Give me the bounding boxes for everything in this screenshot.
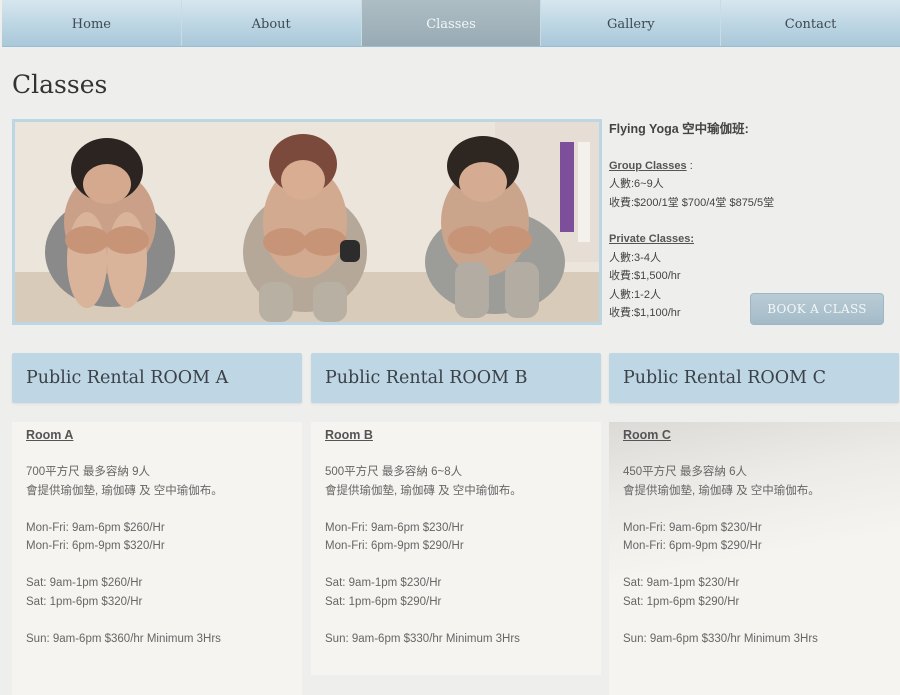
private-line: 收費:$1,500/hr <box>609 270 681 282</box>
nav-contact[interactable]: Contact <box>721 0 900 46</box>
hero-yoga-image <box>12 119 602 325</box>
room-provided: 會提供瑜伽墊, 瑜伽磚 及 空中瑜伽布。 <box>26 484 223 497</box>
rate-weekday-evening: Mon-Fri: 6pm-9pm $290/Hr <box>325 540 464 552</box>
room-b-card: Room B 500平方尺 最多容納 6~8人 會提供瑜伽墊, 瑜伽磚 及 空中… <box>311 422 601 675</box>
rate-sunday: Sun: 9am-6pm $360/hr Minimum 3Hrs <box>26 632 221 645</box>
nav-classes[interactable]: Classes <box>361 0 542 46</box>
room-provided: 會提供瑜伽墊, 瑜伽磚 及 空中瑜伽布。 <box>325 484 522 497</box>
group-classes-line: Group Classes : <box>609 157 889 176</box>
room-a-header: Public Rental ROOM A <box>12 353 302 403</box>
room-b-header: Public Rental ROOM B <box>311 353 601 403</box>
book-a-class-button[interactable]: BOOK A CLASS <box>750 293 884 325</box>
group-classes-link[interactable]: Group Classes <box>609 160 687 172</box>
rate-weekday-day: Mon-Fri: 9am-6pm $260/Hr <box>26 521 165 534</box>
rate-sat-morning: Sat: 9am-1pm $260/Hr <box>26 577 143 589</box>
group-classes-suffix: : <box>686 159 693 172</box>
rate-weekday-day: Mon-Fri: 9am-6pm $230/Hr <box>623 521 762 534</box>
private-line: 人數:3-4人 <box>609 251 661 264</box>
room-c-card: Room C 450平方尺 最多容納 6人 會提供瑜伽墊, 瑜伽磚 及 空中瑜伽… <box>609 422 900 695</box>
nav-about[interactable]: About <box>182 0 362 46</box>
nav-gallery[interactable]: Gallery <box>541 0 722 46</box>
top-nav: Home About Classes Gallery Contact <box>2 0 900 47</box>
room-b-name[interactable]: Room B <box>325 426 587 445</box>
rate-sunday: Sun: 9am-6pm $330/hr Minimum 3Hrs <box>623 632 818 645</box>
room-c-header: Public Rental ROOM C <box>609 353 899 403</box>
room-size: 700平方尺 最多容納 9人 <box>26 466 150 478</box>
room-provided: 會提供瑜伽墊, 瑜伽磚 及 空中瑜伽布。 <box>623 484 820 497</box>
private-classes-link[interactable]: Private Classes: <box>609 230 889 249</box>
room-a-name[interactable]: Room A <box>26 426 288 445</box>
page-title: Classes <box>12 70 108 99</box>
rate-sat-afternoon: Sat: 1pm-6pm $320/Hr <box>26 595 143 608</box>
rate-weekday-evening: Mon-Fri: 6pm-9pm $320/Hr <box>26 540 165 552</box>
rate-weekday-day: Mon-Fri: 9am-6pm $230/Hr <box>325 521 464 534</box>
rate-sat-afternoon: Sat: 1pm-6pm $290/Hr <box>623 595 740 608</box>
rate-sat-morning: Sat: 9am-1pm $230/Hr <box>325 577 442 589</box>
nav-home[interactable]: Home <box>2 0 182 46</box>
rate-sunday: Sun: 9am-6pm $330/hr Minimum 3Hrs <box>325 632 520 645</box>
group-fee: 收費:$200/1堂 $700/4堂 $875/5堂 <box>609 196 775 209</box>
info-heading: Flying Yoga 空中瑜伽班: <box>609 122 749 136</box>
room-a-card: Room A 700平方尺 最多容納 9人 會提供瑜伽墊, 瑜伽磚 及 空中瑜伽… <box>12 422 302 695</box>
group-people: 人數:6~9人 <box>609 178 664 190</box>
rate-sat-afternoon: Sat: 1pm-6pm $290/Hr <box>325 595 442 608</box>
room-c-name[interactable]: Room C <box>623 426 886 445</box>
room-size: 450平方尺 最多容納 6人 <box>623 466 747 478</box>
room-size: 500平方尺 最多容納 6~8人 <box>325 466 463 478</box>
rate-weekday-evening: Mon-Fri: 6pm-9pm $290/Hr <box>623 540 762 552</box>
rate-sat-morning: Sat: 9am-1pm $230/Hr <box>623 577 740 589</box>
